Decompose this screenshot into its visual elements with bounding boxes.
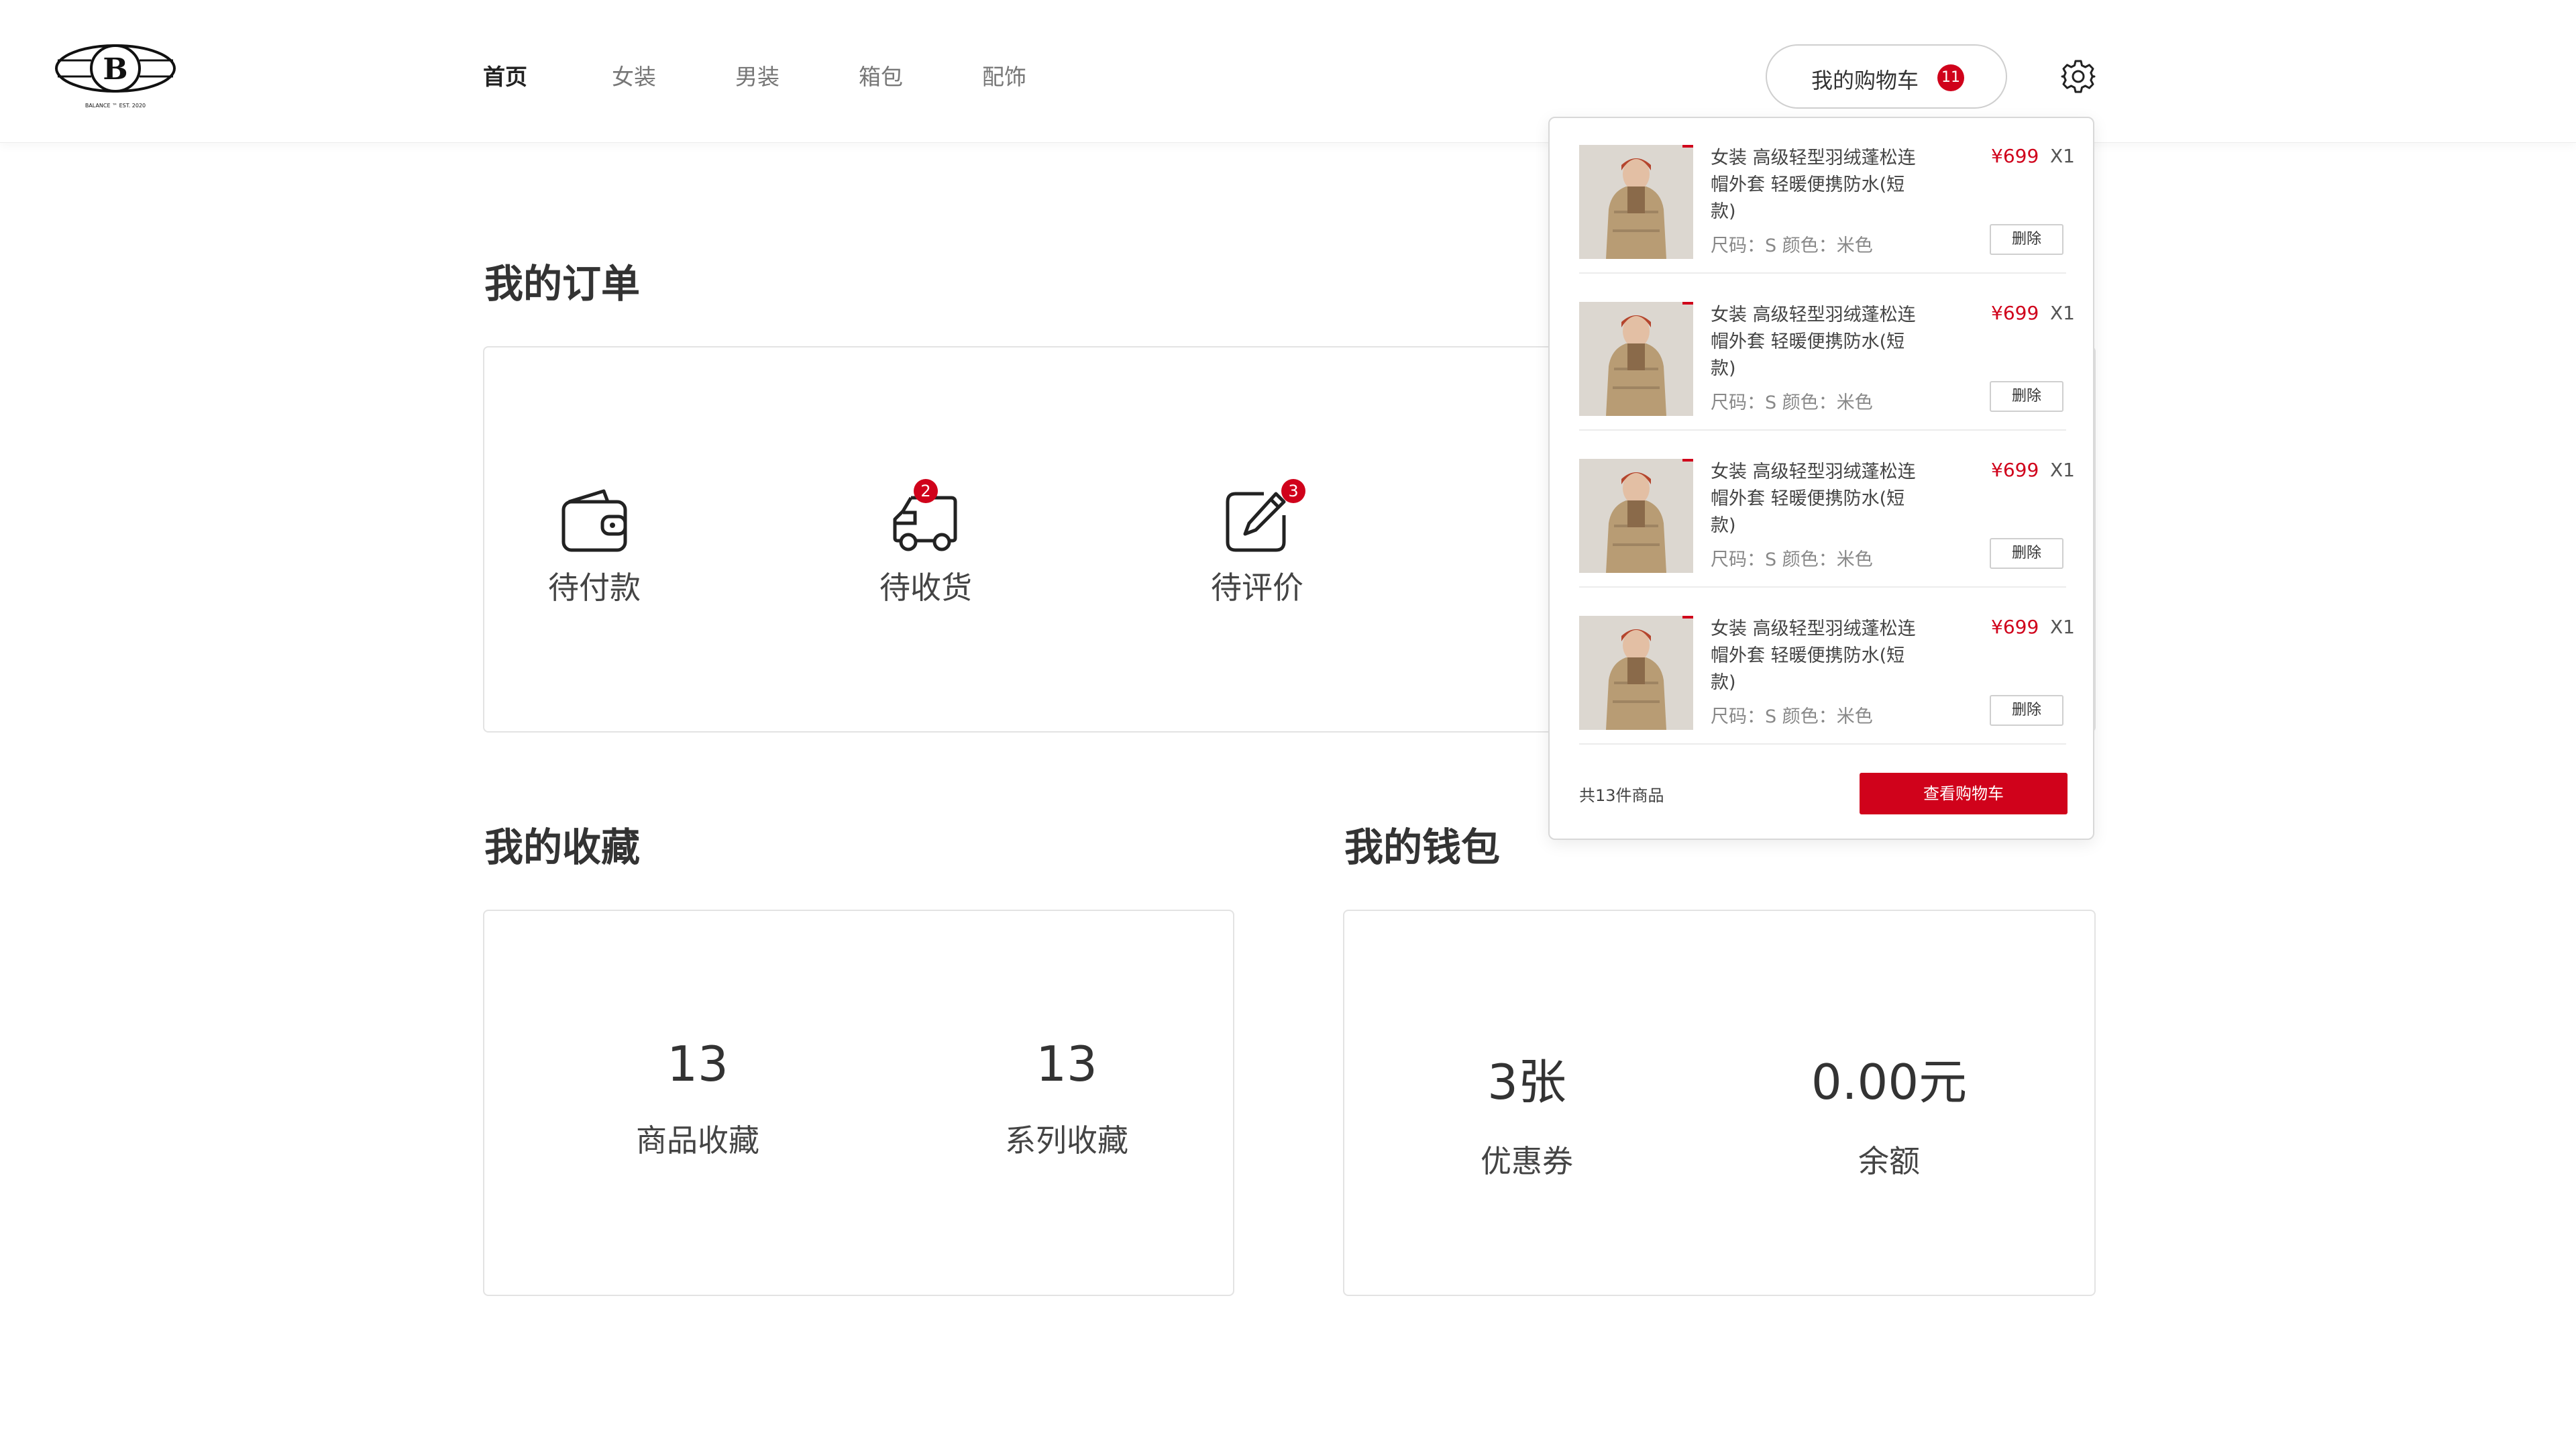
nav-item-bags[interactable]: 箱包 (859, 59, 903, 91)
cart-item-price: ¥699 (1991, 302, 2039, 324)
logo-letter: B (103, 52, 127, 87)
product-photo (1579, 459, 1693, 573)
product-thumbnail[interactable] (1579, 616, 1693, 730)
delete-button[interactable]: 删除 (1990, 381, 2063, 412)
orders-section-title: 我的订单 (484, 261, 641, 307)
product-thumbnail[interactable] (1579, 459, 1693, 573)
wallet-icon (561, 489, 627, 552)
nav-item-men[interactable]: 男装 (735, 59, 780, 91)
stat-label: 商品收藏 (636, 1122, 759, 1159)
favorites-card: 13 商品收藏 13 系列收藏 (483, 910, 1234, 1296)
product-photo (1579, 616, 1693, 730)
cart-item-spec: 尺码：S 颜色：米色 (1711, 392, 1873, 413)
wallet-card: 3张 优惠券 0.00元 余额 (1343, 910, 2096, 1296)
product-thumbnail[interactable] (1579, 145, 1693, 259)
cart-item-qty: X1 (2050, 302, 2075, 324)
product-favorites-stat[interactable]: 13 商品收藏 (564, 1036, 832, 1161)
gear-icon[interactable] (2059, 58, 2097, 95)
cart-item[interactable]: 女装 高级轻型羽绒蓬松连帽外套 轻暖便携防水(短款) 尺码：S 颜色：米色 ¥6… (1579, 589, 2075, 745)
cart-item-price: ¥699 (1991, 145, 2039, 167)
coupons-stat[interactable]: 3张 优惠券 (1393, 1042, 1661, 1181)
delete-button[interactable]: 删除 (1990, 695, 2063, 726)
cart-item-title[interactable]: 女装 高级轻型羽绒蓬松连帽外套 轻暖便携防水(短款) (1711, 459, 1925, 539)
brand-logo[interactable]: B BALANCE ™ EST. 2020 (54, 40, 177, 114)
cart-count-badge: 11 (1937, 64, 1964, 91)
cart-item-qty: X1 (2050, 145, 2075, 167)
cart-item-price: ¥699 (1991, 459, 2039, 481)
cart-item-title[interactable]: 女装 高级轻型羽绒蓬松连帽外套 轻暖便携防水(短款) (1711, 145, 1925, 225)
nav-item-home[interactable]: 首页 (483, 59, 527, 91)
cart-item-price: ¥699 (1991, 616, 2039, 638)
stat-label: 余额 (1858, 1143, 1920, 1179)
delete-button[interactable]: 删除 (1990, 538, 2063, 569)
cart-dropdown: 女装 高级轻型羽绒蓬松连帽外套 轻暖便携防水(短款) 尺码：S 颜色：米色 ¥6… (1548, 117, 2094, 840)
view-cart-button[interactable]: 查看购物车 (1860, 773, 2068, 814)
cart-item-title[interactable]: 女装 高级轻型羽绒蓬松连帽外套 轻暖便携防水(短款) (1711, 616, 1925, 696)
stat-label: 优惠券 (1481, 1143, 1573, 1179)
product-photo (1579, 302, 1693, 416)
order-label: 待收货 (879, 570, 972, 606)
logo-tagline: BALANCE ™ EST. 2020 (85, 103, 146, 109)
cart-item-title[interactable]: 女装 高级轻型羽绒蓬松连帽外套 轻暖便携防水(短款) (1711, 302, 1925, 382)
cart-item-spec: 尺码：S 颜色：米色 (1711, 706, 1873, 727)
top-header: B BALANCE ™ EST. 2020 首页 女装 男装 箱包 配饰 我的购… (0, 0, 2576, 143)
cart-total-count: 共13件商品 (1579, 786, 1664, 805)
cart-item[interactable]: 女装 高级轻型羽绒蓬松连帽外套 轻暖便携防水(短款) 尺码：S 颜色：米色 ¥6… (1579, 275, 2075, 431)
cart-button-label: 我的购物车 (1811, 68, 1919, 93)
nav-item-accessories[interactable]: 配饰 (982, 59, 1026, 91)
nav-item-women[interactable]: 女装 (612, 59, 656, 91)
stat-value: 13 (667, 1036, 729, 1092)
cart-item[interactable]: 女装 高级轻型羽绒蓬松连帽外套 轻暖便携防水(短款) 尺码：S 颜色：米色 ¥6… (1579, 118, 2075, 274)
my-cart-button[interactable]: 我的购物车 11 (1766, 44, 2007, 109)
order-pending-payment[interactable]: 待付款 (521, 484, 668, 639)
product-photo (1579, 145, 1693, 259)
cart-item-spec: 尺码：S 颜色：米色 (1711, 235, 1873, 256)
stat-value: 0.00元 (1811, 1054, 1968, 1110)
stat-label: 系列收藏 (1005, 1122, 1128, 1159)
cart-item-qty: X1 (2050, 459, 2075, 481)
wallet-section-title: 我的钱包 (1344, 824, 1501, 870)
order-label: 待评价 (1211, 570, 1303, 606)
balance-stat[interactable]: 0.00元 余额 (1755, 1042, 2023, 1181)
series-favorites-stat[interactable]: 13 系列收藏 (932, 1036, 1201, 1161)
cart-item-qty: X1 (2050, 616, 2075, 638)
order-pending-receipt[interactable]: 2 待收货 (852, 479, 1000, 639)
order-pending-review[interactable]: 3 待评价 (1183, 479, 1331, 639)
order-label: 待付款 (548, 570, 641, 606)
cart-item-spec: 尺码：S 颜色：米色 (1711, 549, 1873, 570)
order-badge: 2 (914, 479, 938, 503)
delete-button[interactable]: 删除 (1990, 224, 2063, 255)
favorites-section-title: 我的收藏 (484, 824, 641, 870)
stat-value: 3张 (1487, 1054, 1566, 1110)
stat-value: 13 (1036, 1036, 1097, 1092)
product-thumbnail[interactable] (1579, 302, 1693, 416)
cart-item[interactable]: 女装 高级轻型羽绒蓬松连帽外套 轻暖便携防水(短款) 尺码：S 颜色：米色 ¥6… (1579, 432, 2075, 588)
order-badge: 3 (1281, 479, 1305, 503)
